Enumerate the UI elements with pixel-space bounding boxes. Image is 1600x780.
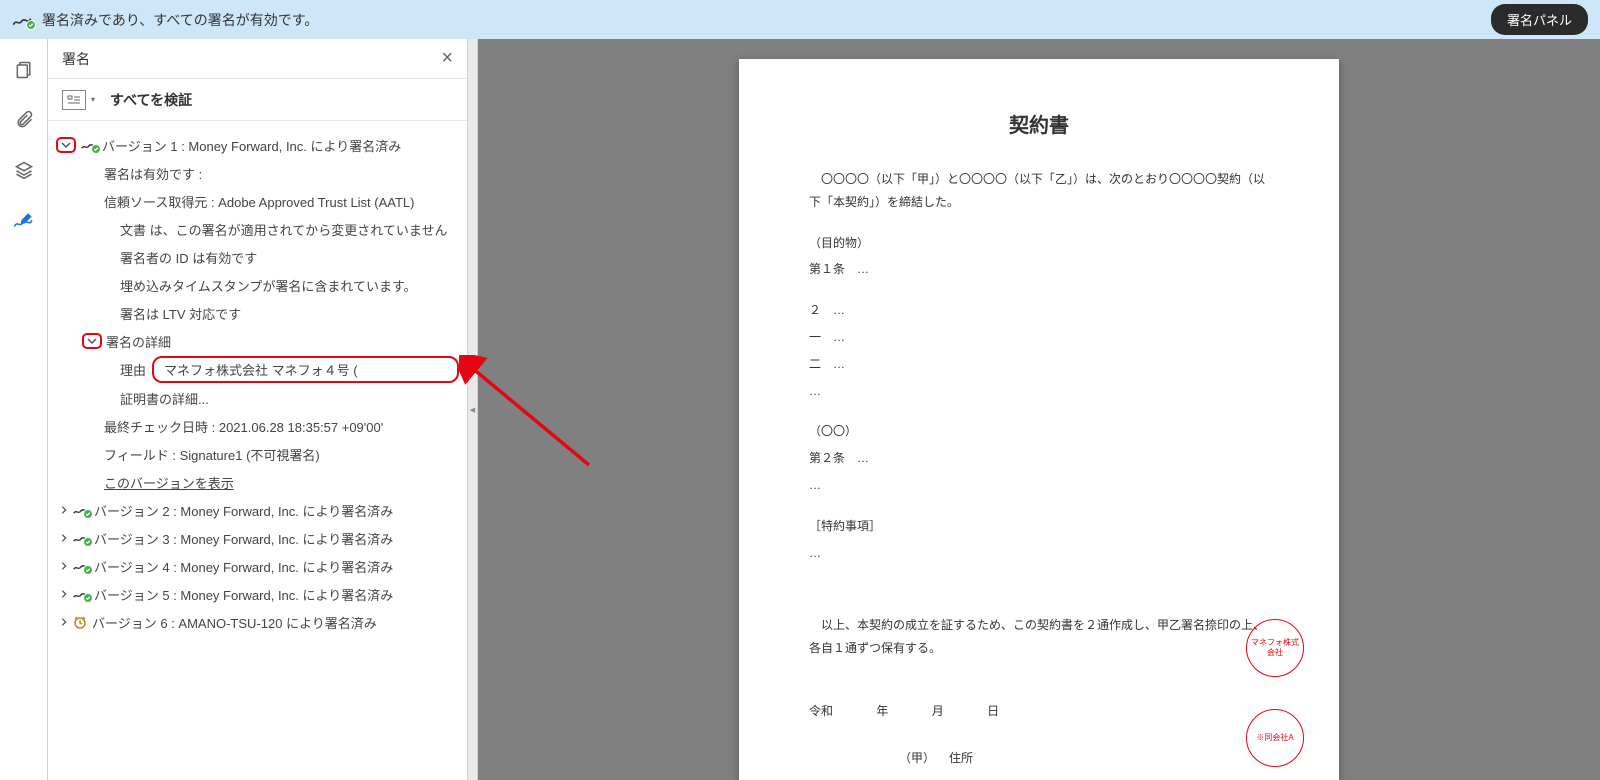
document-viewer[interactable]: 契約書 〇〇〇〇（以下「甲」）と〇〇〇〇（以下「乙」）は、次のとおり〇〇〇〇契約… bbox=[478, 39, 1600, 780]
signature-panel-button[interactable]: 署名パネル bbox=[1491, 4, 1588, 35]
signature-valid-icon bbox=[80, 138, 98, 152]
tokuyaku-cont: … bbox=[809, 542, 1269, 565]
layers-icon[interactable] bbox=[13, 159, 35, 181]
section2-header: （〇〇） bbox=[809, 420, 1269, 443]
stamp-otsu: ※同会社A bbox=[1246, 709, 1304, 767]
version-2-label[interactable]: バージョン 2 : Money Forward, Inc. により署名済み bbox=[94, 501, 393, 520]
version-1-label[interactable]: バージョン 1 : Money Forward, Inc. により署名済み bbox=[102, 136, 401, 155]
cert-details-link[interactable]: 証明書の詳細... bbox=[120, 389, 209, 408]
date-line: 令和 年 月 日 bbox=[809, 700, 1269, 723]
panel-title: 署名 bbox=[62, 49, 90, 69]
left-tool-rail bbox=[0, 39, 48, 780]
signature-pen-icon[interactable] bbox=[13, 209, 35, 231]
version-5-label[interactable]: バージョン 5 : Money Forward, Inc. により署名済み bbox=[94, 585, 393, 604]
sig-valid-text: 署名は有効です : bbox=[104, 164, 202, 183]
not-modified-text: 文書 は、この署名が適用されてから変更されていません bbox=[120, 220, 447, 239]
attachment-icon[interactable] bbox=[13, 109, 35, 131]
signature-details-header[interactable]: 署名の詳細 bbox=[106, 332, 171, 351]
article-2-cont: … bbox=[809, 474, 1269, 497]
closing-text: 以上、本契約の成立を証するため、この契約書を２通作成し、甲乙署名捺印の上、各自１… bbox=[809, 614, 1269, 660]
signature-valid-icon bbox=[72, 503, 90, 517]
article-2: 第２条 … bbox=[809, 447, 1269, 470]
article-1: 第１条 … bbox=[809, 258, 1269, 281]
chevron-down-highlighted[interactable] bbox=[56, 137, 76, 153]
pdf-page: 契約書 〇〇〇〇（以下「甲」）と〇〇〇〇（以下「乙」）は、次のとおり〇〇〇〇契約… bbox=[739, 59, 1339, 780]
signature-tree: バージョン 1 : Money Forward, Inc. により署名済み 署名… bbox=[48, 121, 467, 780]
close-icon[interactable]: × bbox=[441, 47, 453, 70]
version-3-label[interactable]: バージョン 3 : Money Forward, Inc. により署名済み bbox=[94, 529, 393, 548]
list-dots: … bbox=[809, 380, 1269, 403]
panel-collapse-handle[interactable] bbox=[468, 39, 478, 780]
ltv-text: 署名は LTV 対応です bbox=[120, 304, 241, 323]
chevron-down-details-highlighted[interactable] bbox=[82, 333, 102, 349]
signature-valid-icon bbox=[72, 587, 90, 601]
verify-all-button[interactable]: すべてを検証 bbox=[110, 90, 192, 110]
pages-icon[interactable] bbox=[13, 59, 35, 81]
timestamp-text: 埋め込みタイムスタンプが署名に含まれています。 bbox=[120, 276, 417, 295]
list-i2: 二 … bbox=[809, 353, 1269, 376]
signature-side-panel: 署名 × すべてを検証 バージョン 1 : Money Forward, Inc… bbox=[48, 39, 468, 780]
signature-status-banner: 署名済みであり、すべての署名が有効です。 署名パネル bbox=[0, 0, 1600, 39]
list-2: ２ … bbox=[809, 299, 1269, 322]
tokuyaku-header: ［特約事項］ bbox=[809, 515, 1269, 538]
last-checked-text: 最終チェック日時 : 2021.06.28 18:35:57 +09'00' bbox=[104, 417, 383, 436]
show-version-link[interactable]: このバージョンを表示 bbox=[104, 473, 234, 492]
chevron-right-icon[interactable] bbox=[56, 558, 72, 574]
banner-status-text: 署名済みであり、すべての署名が有効です。 bbox=[42, 10, 318, 30]
field-text: フィールド : Signature1 (不可視署名) bbox=[104, 445, 320, 464]
signer-id-valid-text: 署名者の ID は有効です bbox=[120, 248, 257, 267]
preamble: 〇〇〇〇（以下「甲」）と〇〇〇〇（以下「乙」）は、次のとおり〇〇〇〇契約（以下「… bbox=[809, 168, 1269, 214]
chevron-right-icon[interactable] bbox=[56, 502, 72, 518]
timestamp-icon bbox=[72, 614, 88, 630]
signature-valid-icon bbox=[12, 12, 32, 28]
doc-title: 契約書 bbox=[809, 109, 1269, 138]
section1-header: （目的物） bbox=[809, 232, 1269, 255]
trust-source-text: 信頼ソース取得元 : Adobe Approved Trust List (AA… bbox=[104, 192, 415, 211]
verify-options-icon[interactable] bbox=[62, 90, 86, 110]
stamp-kou: マネフォ株式 会社 bbox=[1246, 619, 1304, 677]
signature-valid-icon bbox=[72, 559, 90, 573]
party-kou-addr: （甲） 住所 bbox=[809, 747, 1269, 770]
chevron-right-icon[interactable] bbox=[56, 586, 72, 602]
chevron-right-icon[interactable] bbox=[56, 614, 72, 630]
version-6-label[interactable]: バージョン 6 : AMANO-TSU-120 により署名済み bbox=[92, 613, 377, 632]
reason-value-highlighted: マネフォ株式会社 マネフォ４号 ( bbox=[152, 356, 459, 383]
list-i1: 一 … bbox=[809, 326, 1269, 349]
chevron-right-icon[interactable] bbox=[56, 530, 72, 546]
version-4-label[interactable]: バージョン 4 : Money Forward, Inc. により署名済み bbox=[94, 557, 393, 576]
signature-valid-icon bbox=[72, 531, 90, 545]
reason-label: 理由 bbox=[120, 360, 146, 379]
